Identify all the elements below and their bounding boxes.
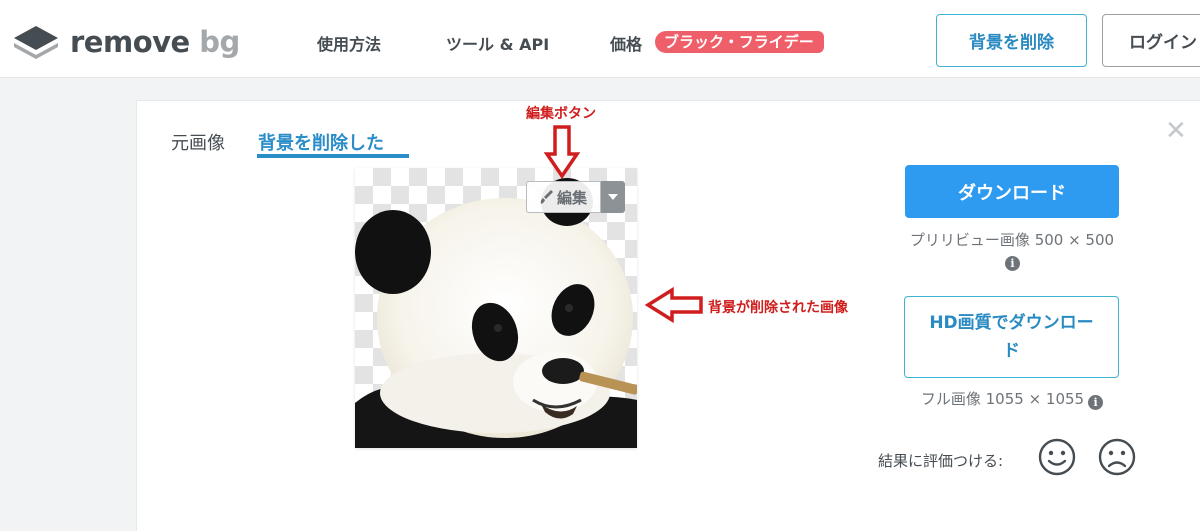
- info-icon[interactable]: i: [1005, 256, 1020, 271]
- smile-icon[interactable]: [1037, 437, 1077, 477]
- frown-icon[interactable]: [1097, 437, 1137, 477]
- removebg-layers-icon: [14, 26, 58, 59]
- nav-how-to-use[interactable]: 使用方法: [317, 31, 381, 55]
- logo-word-remove: remove: [70, 25, 190, 59]
- info-icon[interactable]: i: [1088, 395, 1104, 410]
- edit-button-group: 編集: [526, 181, 625, 213]
- logo-wordmark: remove bg: [70, 25, 240, 59]
- logo[interactable]: remove bg: [12, 22, 240, 62]
- full-size-text: フル画像 1055 × 1055 i: [905, 388, 1119, 410]
- nav-pricing[interactable]: 価格: [610, 31, 642, 55]
- brush-icon: [540, 190, 553, 204]
- hd-download-button[interactable]: HD画質でダウンロード: [904, 296, 1119, 378]
- top-header: remove bg 使用方法 ツール & API 価格 ブラック・フライデー 背…: [0, 0, 1200, 78]
- active-tab-indicator: [257, 154, 409, 158]
- tab-original-image[interactable]: 元画像: [171, 129, 225, 155]
- annotation-edit-button: 編集ボタン: [526, 106, 596, 122]
- remove-background-button[interactable]: 背景を削除: [936, 14, 1087, 67]
- caret-down-icon: [608, 194, 618, 200]
- nav-tools-api[interactable]: ツール & API: [446, 31, 549, 55]
- full-size-label: フル画像 1055 × 1055: [920, 390, 1085, 408]
- black-friday-badge[interactable]: ブラック・フライデー: [655, 31, 824, 53]
- left-arrow-icon: [644, 286, 703, 324]
- rating-label: 結果に評価つける:: [878, 452, 1004, 470]
- preview-size-text: プリリビュー画像 500 × 500: [909, 231, 1115, 249]
- edit-button[interactable]: 編集: [526, 181, 601, 213]
- close-icon[interactable]: ✕: [1165, 118, 1187, 144]
- annotation-result-image: 背景が削除された画像: [708, 300, 848, 316]
- login-button[interactable]: ログイン: [1102, 14, 1200, 67]
- edit-button-label: 編集: [556, 188, 587, 207]
- download-button[interactable]: ダウンロード: [905, 165, 1119, 218]
- tab-background-removed[interactable]: 背景を削除した: [258, 129, 384, 155]
- edit-dropdown-toggle[interactable]: [601, 181, 625, 213]
- logo-word-bg: bg: [199, 25, 240, 59]
- down-arrow-icon: [544, 125, 580, 180]
